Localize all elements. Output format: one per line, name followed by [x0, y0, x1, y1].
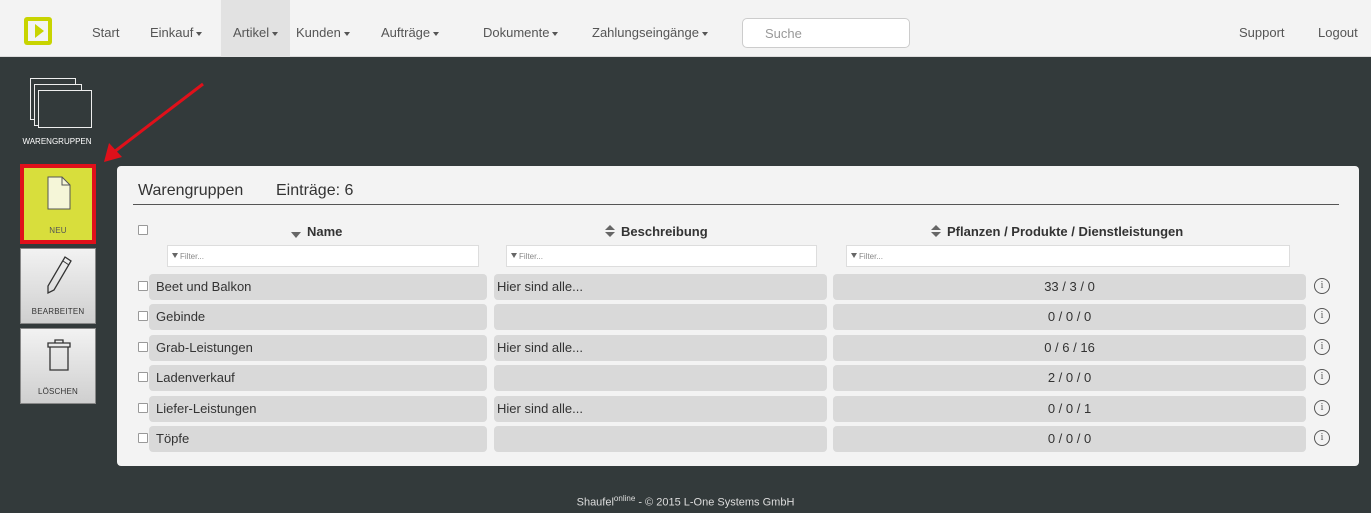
cell-name[interactable]: Liefer-Leistungen: [149, 396, 487, 422]
cell-beschreibung[interactable]: Hier sind alle...: [494, 274, 827, 300]
divider: [133, 204, 1339, 205]
chevron-down-icon: [701, 31, 708, 36]
cell-beschreibung[interactable]: [494, 304, 827, 330]
warengruppen-panel: Warengruppen Einträge: 6 Name Beschreibu…: [117, 166, 1359, 466]
cell-name[interactable]: Grab-Leistungen: [149, 335, 487, 361]
chevron-down-icon: [552, 31, 559, 36]
table-row[interactable]: Liefer-Leistungen Hier sind alle... 0 / …: [117, 396, 1359, 422]
table-row[interactable]: Töpfe 0 / 0 / 0 i: [117, 426, 1359, 452]
filter-name-input[interactable]: [167, 245, 479, 267]
row-checkbox[interactable]: [138, 342, 148, 352]
info-icon[interactable]: i: [1314, 339, 1330, 355]
info-icon[interactable]: i: [1314, 400, 1330, 416]
row-checkbox[interactable]: [138, 372, 148, 382]
filter-counts-input[interactable]: [846, 245, 1290, 267]
info-icon[interactable]: i: [1314, 308, 1330, 324]
nav-auftraege[interactable]: Aufträge: [381, 0, 440, 57]
filter-icon: [511, 253, 517, 258]
info-icon[interactable]: i: [1314, 278, 1330, 294]
edit-label: BEARBEITEN: [31, 307, 85, 316]
table-row[interactable]: Gebinde 0 / 0 / 0 i: [117, 304, 1359, 330]
cell-name[interactable]: Gebinde: [149, 304, 487, 330]
nav-logout-label: Logout: [1318, 25, 1358, 40]
row-checkbox[interactable]: [138, 281, 148, 291]
edit-button[interactable]: BEARBEITEN: [20, 248, 96, 324]
table-row[interactable]: Beet und Balkon Hier sind alle... 33 / 3…: [117, 274, 1359, 300]
cell-name[interactable]: Ladenverkauf: [149, 365, 487, 391]
search-input[interactable]: [742, 18, 910, 48]
trash-icon: [47, 339, 71, 371]
column-header-name[interactable]: Name: [291, 224, 342, 239]
nav-auftraege-label: Aufträge: [381, 25, 431, 40]
nav-support[interactable]: Support: [1239, 0, 1285, 57]
cell-beschreibung[interactable]: Hier sind alle...: [494, 396, 827, 422]
cell-beschreibung[interactable]: [494, 426, 827, 452]
info-icon[interactable]: i: [1314, 430, 1330, 446]
info-icon[interactable]: i: [1314, 369, 1330, 385]
nav-logout[interactable]: Logout: [1318, 0, 1358, 57]
nav-support-label: Support: [1239, 25, 1285, 40]
column-header-name-label: Name: [307, 224, 343, 239]
new-label: NEU: [49, 226, 67, 235]
panel-title: Warengruppen: [138, 182, 244, 199]
nav-kunden-label: Kunden: [296, 25, 341, 40]
nav-dokumente[interactable]: Dokumente: [483, 0, 559, 57]
select-all-checkbox[interactable]: [138, 225, 148, 235]
cell-name[interactable]: Töpfe: [149, 426, 487, 452]
delete-label: LÖSCHEN: [37, 387, 79, 396]
table-row[interactable]: Grab-Leistungen Hier sind alle... 0 / 6 …: [117, 335, 1359, 361]
entry-count: Einträge: 6: [276, 182, 354, 199]
table-row[interactable]: Ladenverkauf 2 / 0 / 0 i: [117, 365, 1359, 391]
cell-counts[interactable]: 2 / 0 / 0: [833, 365, 1306, 391]
column-header-counts[interactable]: Pflanzen / Produkte / Dienstleistungen: [931, 224, 1183, 239]
chevron-down-icon: [433, 31, 440, 36]
chevron-down-icon: [272, 31, 279, 36]
row-checkbox[interactable]: [138, 311, 148, 321]
nav-zahlungseingaenge-label: Zahlungseingänge: [592, 25, 699, 40]
footer-copyright: - © 2015 L-One Systems GmbH: [635, 496, 795, 509]
nav-zahlungseingaenge[interactable]: Zahlungseingänge: [592, 0, 708, 57]
row-checkbox[interactable]: [138, 403, 148, 413]
filter-icon: [851, 253, 857, 258]
nav-dokumente-label: Dokumente: [483, 25, 550, 40]
footer-brand: Shaufel: [576, 496, 614, 509]
column-header-counts-label: Pflanzen / Produkte / Dienstleistungen: [947, 224, 1184, 239]
row-checkbox[interactable]: [138, 433, 148, 443]
cell-beschreibung[interactable]: Hier sind alle...: [494, 335, 827, 361]
column-header-beschreibung[interactable]: Beschreibung: [605, 224, 708, 239]
filter-icon: [172, 253, 178, 258]
cell-beschreibung[interactable]: [494, 365, 827, 391]
delete-button[interactable]: LÖSCHEN: [20, 328, 96, 404]
filter-beschreibung-input[interactable]: [506, 245, 817, 267]
cell-counts[interactable]: 0 / 0 / 0: [833, 304, 1306, 330]
footer: Shaufelonline - © 2015 L-One Systems Gmb…: [0, 494, 1371, 509]
cell-counts[interactable]: 0 / 0 / 1: [833, 396, 1306, 422]
sort-desc-icon: [291, 232, 301, 238]
pencil-icon: [47, 256, 72, 295]
column-header-beschreibung-label: Beschreibung: [621, 224, 708, 239]
nav-kunden[interactable]: Kunden: [296, 0, 350, 57]
sort-icon: [931, 225, 941, 237]
cell-counts[interactable]: 0 / 6 / 16: [833, 335, 1306, 361]
footer-brand-sup: online: [613, 494, 636, 503]
sort-icon: [605, 225, 615, 237]
cell-counts[interactable]: 0 / 0 / 0: [833, 426, 1306, 452]
cell-name[interactable]: Beet und Balkon: [149, 274, 487, 300]
chevron-down-icon: [343, 31, 350, 36]
cell-counts[interactable]: 33 / 3 / 0: [833, 274, 1306, 300]
